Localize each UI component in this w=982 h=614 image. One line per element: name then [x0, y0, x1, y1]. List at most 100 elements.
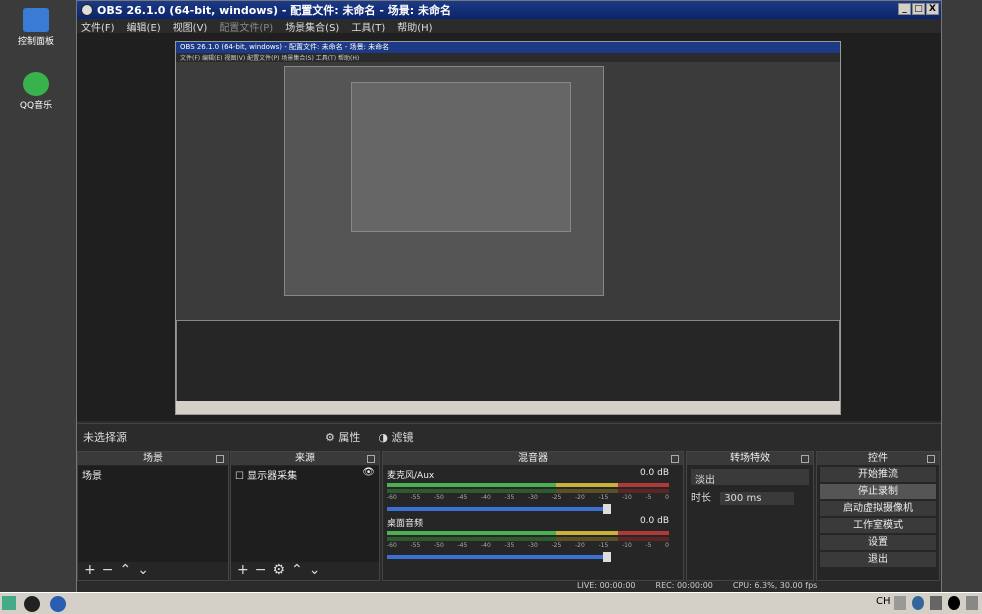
tick-label: -45	[457, 542, 468, 549]
qq-icon[interactable]	[948, 596, 960, 610]
nested-taskbar	[176, 401, 840, 414]
duration-input[interactable]: 300 ms	[720, 492, 795, 505]
tick-label: -5	[645, 494, 652, 501]
nested-title: OBS 26.1.0 (64-bit, windows) - 配置文件: 未命名…	[176, 42, 840, 53]
level-meter	[387, 531, 669, 535]
menu-view[interactable]: 视图(V)	[173, 19, 208, 34]
channel-db: 0.0 dB	[639, 468, 669, 478]
system-tray: CH	[876, 596, 978, 610]
desktop-icon-control-panel[interactable]: 控制面板	[6, 8, 66, 47]
taskbar: CH	[0, 592, 982, 614]
gear-icon[interactable]: ⚙	[272, 562, 285, 578]
tick-label: -30	[528, 542, 538, 549]
channel-name: 桌面音频	[387, 519, 424, 529]
remove-icon[interactable]: −	[255, 562, 267, 578]
properties-button[interactable]: ⚙ 属性	[325, 429, 360, 445]
transitions-title: 转场特效	[687, 452, 813, 465]
app-taskbar-icon[interactable]	[50, 596, 66, 612]
sources-title: 来源	[231, 452, 379, 465]
scenes-title: 场景	[78, 452, 228, 465]
menu-tools[interactable]: 工具(T)	[351, 19, 385, 34]
mixer-channel-desktop: 桌面音频 0.0 dB -60 -55 -50 -45 -40 -35 -30 -25 -20 -1…	[387, 516, 669, 562]
add-icon[interactable]: +	[84, 562, 96, 578]
transitions-dock: 转场特效 淡出 时长 300 ms	[686, 451, 814, 581]
desktop-icon-label: QQ音乐	[19, 101, 53, 111]
meter-ticks: -60 -55 -50 -45 -40 -35 -30 -25 -20 -15 -10 -5 0	[387, 494, 669, 501]
menu-scene-collection[interactable]: 场景集合(S)	[285, 19, 339, 34]
menu-file[interactable]: 文件(F)	[81, 19, 115, 34]
language-indicator[interactable]: CH	[876, 596, 891, 610]
duration-row: 时长 300 ms	[691, 489, 809, 505]
control-panel-icon	[23, 8, 49, 32]
start-icon[interactable]	[2, 596, 16, 610]
down-icon[interactable]: ⌄	[137, 562, 149, 578]
obs-taskbar-icon[interactable]	[24, 596, 40, 612]
title-bar[interactable]: OBS 26.1.0 (64-bit, windows) - 配置文件: 未命名…	[77, 1, 941, 19]
tick-label: -30	[528, 494, 538, 501]
desktop-icon-qq-music[interactable]: QQ音乐	[6, 72, 66, 111]
close-button[interactable]: X	[926, 3, 939, 15]
menu-profile[interactable]: 配置文件(P)	[219, 19, 273, 34]
stop-recording-button[interactable]: 停止录制	[820, 484, 936, 499]
eye-icon[interactable]: 👁	[362, 467, 375, 478]
controls-dock: 控件 开始推流 停止录制 启动虚拟摄像机 工作室模式 设置 退出	[816, 451, 940, 581]
filters-label: 滤镜	[391, 430, 414, 444]
tick-label: 0	[665, 542, 669, 549]
start-virtual-camera-button[interactable]: 启动虚拟摄像机	[820, 501, 936, 516]
start-streaming-button[interactable]: 开始推流	[820, 467, 936, 482]
tick-label: -25	[551, 542, 562, 549]
preview-canvas[interactable]: OBS 26.1.0 (64-bit, windows) - 配置文件: 未命名…	[77, 33, 941, 421]
tick-label: -60	[387, 494, 397, 501]
obs-logo-icon	[81, 4, 93, 16]
minimize-button[interactable]: _	[898, 3, 911, 15]
exit-button[interactable]: 退出	[820, 552, 936, 567]
properties-label: 属性	[338, 430, 361, 444]
duration-label: 时长	[691, 493, 711, 504]
tick-label: -10	[622, 542, 632, 549]
no-source-label: 未选择源	[83, 430, 127, 444]
menu-bar: 文件(F) 编辑(E) 视图(V) 配置文件(P) 场景集合(S) 工具(T) …	[77, 19, 941, 34]
channel-db: 0.0 dB	[639, 516, 669, 526]
nested-menu: 文件(F) 编辑(E) 视图(V) 配置文件(P) 场景集合(S) 工具(T) …	[176, 53, 840, 62]
remove-icon[interactable]: −	[102, 562, 114, 578]
channel-name: 麦克风/Aux	[387, 471, 435, 481]
tick-label: -20	[575, 542, 585, 549]
tick-label: -5	[645, 542, 652, 549]
tick-label: -10	[622, 494, 632, 501]
network-icon[interactable]	[930, 596, 942, 610]
tick-label: -60	[387, 542, 397, 549]
add-icon[interactable]: +	[237, 562, 249, 578]
source-toolbar: 未选择源 ⚙ 属性 ◑ 滤镜	[77, 423, 941, 449]
studio-mode-button[interactable]: 工作室模式	[820, 518, 936, 533]
scene-item[interactable]: 场景	[78, 466, 228, 483]
window-title: OBS 26.1.0 (64-bit, windows) - 配置文件: 未命名…	[97, 4, 451, 17]
down-icon[interactable]: ⌄	[309, 562, 321, 578]
tick-label: 0	[665, 494, 669, 501]
help-icon[interactable]	[912, 596, 924, 610]
filters-button[interactable]: ◑ 滤镜	[378, 429, 413, 445]
tick-label: -40	[481, 542, 491, 549]
maximize-button[interactable]: □	[912, 3, 925, 15]
settings-button[interactable]: 设置	[820, 535, 936, 550]
up-icon[interactable]: ⌃	[119, 562, 131, 578]
tick-label: -20	[575, 494, 585, 501]
up-icon[interactable]: ⌃	[291, 562, 303, 578]
volume-icon[interactable]	[966, 596, 978, 610]
keyboard-icon[interactable]	[894, 596, 906, 610]
source-item[interactable]: ☐ 显示器采集 👁	[231, 466, 379, 483]
level-meter	[387, 537, 669, 541]
scenes-dock: 场景 场景 + − ⌃ ⌄	[77, 451, 229, 581]
tick-label: -40	[481, 494, 491, 501]
volume-slider[interactable]	[387, 504, 611, 514]
sources-dock: 来源 ☐ 显示器采集 👁 + − ⚙ ⌃ ⌄	[230, 451, 380, 581]
tick-label: -15	[598, 494, 609, 501]
tick-label: -55	[410, 494, 421, 501]
volume-slider[interactable]	[387, 552, 611, 562]
transition-select[interactable]: 淡出	[691, 469, 809, 486]
menu-edit[interactable]: 编辑(E)	[127, 19, 161, 34]
desktop: 控制面板 QQ音乐 OBS 26.1.0 (64-bit, windows) -…	[0, 0, 982, 614]
desktop-icon-label: 控制面板	[17, 37, 54, 47]
mixer-channel-mic: 麦克风/Aux 0.0 dB -60 -55 -50 -45 -40 -35 -30 -25 -2…	[387, 468, 669, 514]
tick-label: -45	[457, 494, 468, 501]
menu-help[interactable]: 帮助(H)	[397, 19, 432, 34]
